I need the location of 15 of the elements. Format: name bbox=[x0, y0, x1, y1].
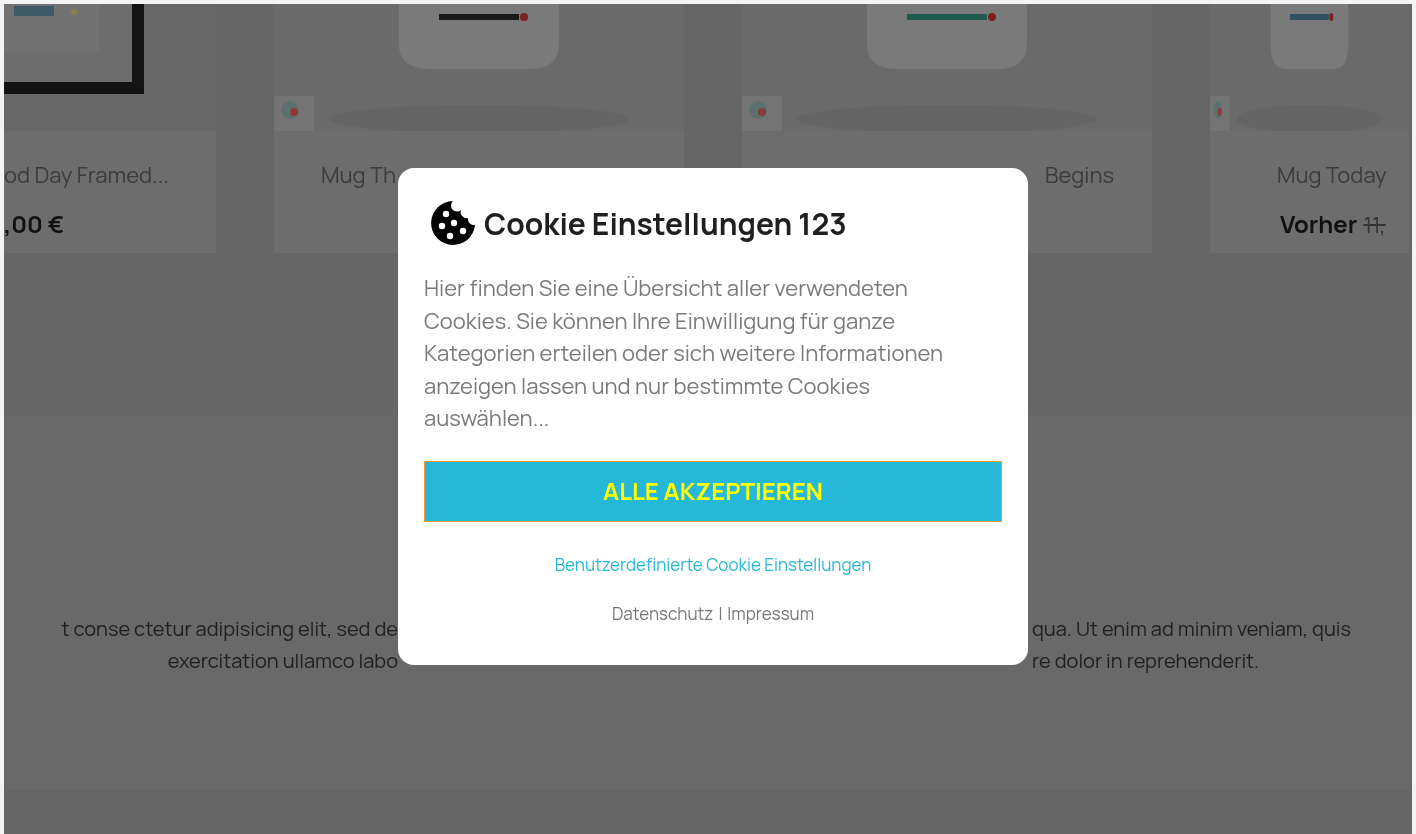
custom-settings-link[interactable]: Benutzerdefinierte Cookie Einstellungen bbox=[554, 551, 872, 577]
link-separator: I bbox=[718, 601, 723, 627]
description-text: qua. Ut enim ad minim veniam, quis bbox=[1032, 615, 1351, 643]
cookie-icon bbox=[430, 200, 476, 246]
description-text: exercitation ullamco labo bbox=[167, 647, 398, 675]
description-text: re dolor in reprehenderit. bbox=[1032, 647, 1260, 675]
dialog-text: Hier finden Sie eine Übersicht aller verwendeten Cookies. Sie können Ihre Einwilligung für ganze Kategorien erteilen oder sich weitere Informationen anzeigen lassen und nur bestimmte Cookies auswählen... bbox=[424, 272, 945, 435]
old-price: 11, bbox=[1363, 209, 1386, 242]
privacy-link[interactable]: Datenschutz bbox=[611, 601, 714, 627]
price-label: Vorher bbox=[1280, 206, 1358, 242]
description-text: t conse ctetur adipisicing elit, sed de bbox=[61, 615, 398, 643]
dialog-title: Cookie Einstellungen 123 bbox=[484, 201, 847, 246]
imprint-link[interactable]: Impressum bbox=[727, 601, 815, 627]
accept-all-button[interactable]: ALLE AKZEPTIEREN bbox=[424, 460, 1002, 522]
product-price: ,00 € bbox=[4, 206, 65, 242]
